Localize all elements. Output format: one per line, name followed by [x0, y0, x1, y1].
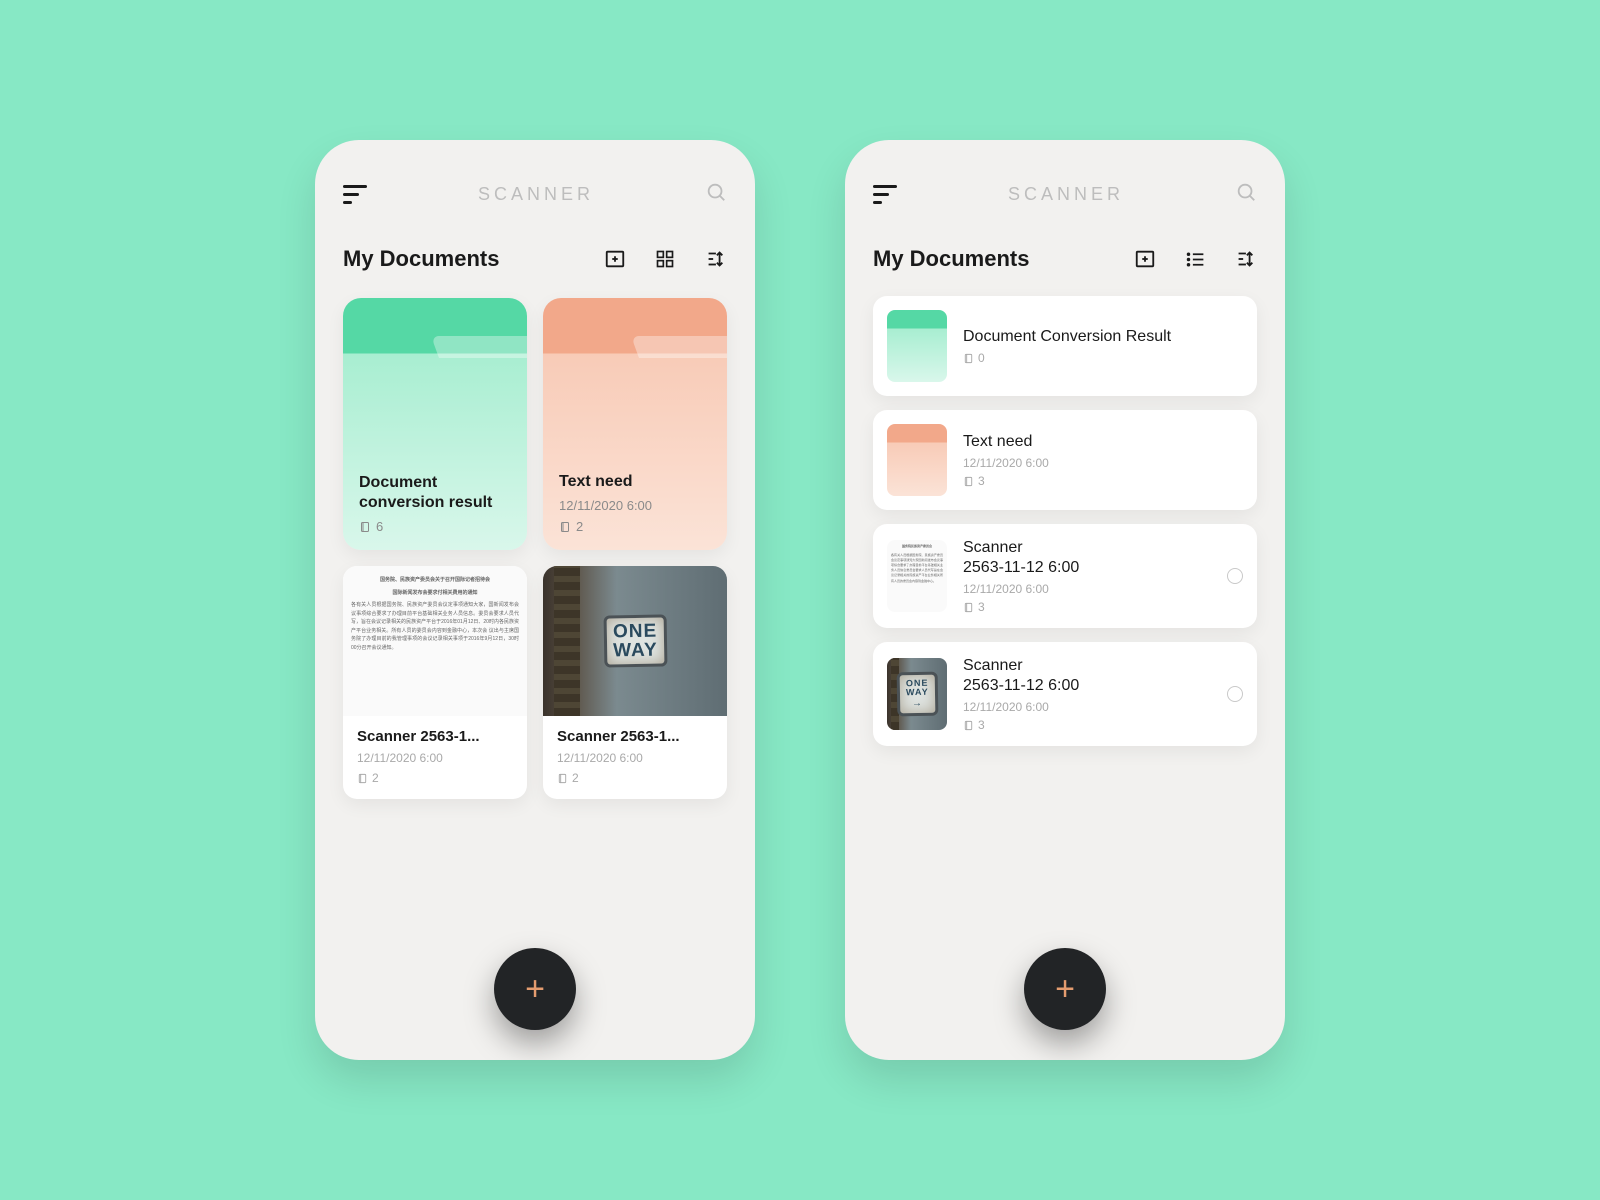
item-date: 12/11/2020 6:00 [963, 456, 1243, 470]
book-icon [963, 476, 974, 487]
documents-list: Document Conversion Result 0 Text need 1… [873, 296, 1257, 746]
grid-view-icon[interactable] [653, 247, 677, 271]
select-radio[interactable] [1227, 568, 1243, 584]
search-icon[interactable] [1235, 181, 1257, 208]
item-title: Scanner 2563-11-12 6:00 [963, 656, 1211, 696]
folder-card[interactable]: Text need 12/11/2020 6:00 2 [543, 298, 727, 550]
search-icon[interactable] [705, 181, 727, 208]
document-count: 2 [557, 771, 713, 785]
folder-thumbnail [887, 424, 947, 496]
document-date: 12/11/2020 6:00 [357, 751, 513, 765]
folder-card[interactable]: Document conversion result 6 [343, 298, 527, 550]
documents-grid: Document conversion result 6 Text need 1… [343, 298, 727, 799]
item-title: Document Conversion Result [963, 327, 1243, 347]
book-icon [963, 353, 974, 364]
list-item[interactable]: Document Conversion Result 0 [873, 296, 1257, 396]
sort-icon[interactable] [703, 247, 727, 271]
book-icon [963, 720, 974, 731]
document-title: Scanner 2563-1... [557, 728, 713, 745]
add-icon: + [525, 972, 545, 1006]
topbar: SCANNER [343, 176, 727, 212]
document-count: 2 [357, 771, 513, 785]
document-card[interactable]: 国务院、民族资产委员会关于召开国际记者招待会 国际新闻发布会要求付相关费用的通知… [343, 566, 527, 799]
item-count: 3 [963, 474, 1243, 488]
list-item[interactable]: Text need 12/11/2020 6:00 3 [873, 410, 1257, 510]
toolbar-actions [603, 247, 727, 271]
book-icon [357, 773, 368, 784]
document-thumbnail: 国务院、民族资产委员会关于召开国际记者招待会 国际新闻发布会要求付相关费用的通知… [343, 566, 527, 716]
app-title: SCANNER [478, 184, 594, 205]
book-icon [559, 521, 571, 533]
document-card[interactable]: ONEWAY Scanner 2563-1... 12/11/2020 6:00… [543, 566, 727, 799]
list-view-icon[interactable] [1183, 247, 1207, 271]
folder-date: 12/11/2020 6:00 [559, 498, 711, 513]
folder-thumbnail [887, 310, 947, 382]
item-title: Scanner 2563-11-12 6:00 [963, 538, 1211, 578]
folder-title: Text need [559, 472, 711, 492]
section-header: My Documents [873, 246, 1257, 272]
document-date: 12/11/2020 6:00 [557, 751, 713, 765]
document-thumbnail: ONEWAY [543, 566, 727, 716]
sort-icon[interactable] [1233, 247, 1257, 271]
item-date: 12/11/2020 6:00 [963, 582, 1211, 596]
item-title: Text need [963, 432, 1243, 452]
item-count: 3 [963, 718, 1211, 732]
add-icon: + [1055, 972, 1075, 1006]
folder-tab-icon [631, 336, 727, 358]
section-title: My Documents [873, 246, 1029, 272]
folder-count: 2 [559, 519, 711, 534]
list-item[interactable]: ONEWAY→ Scanner 2563-11-12 6:00 12/11/20… [873, 642, 1257, 746]
book-icon [963, 602, 974, 613]
folder-count: 6 [359, 519, 511, 534]
phone-list-view: SCANNER My Documents Document Conversion… [845, 140, 1285, 1060]
document-title: Scanner 2563-1... [357, 728, 513, 745]
menu-icon[interactable] [873, 185, 897, 204]
item-count: 0 [963, 351, 1243, 365]
section-header: My Documents [343, 246, 727, 272]
new-folder-icon[interactable] [603, 247, 627, 271]
item-date: 12/11/2020 6:00 [963, 700, 1211, 714]
folder-tab-icon [431, 336, 527, 358]
add-button[interactable]: + [1024, 948, 1106, 1030]
book-icon [557, 773, 568, 784]
folder-title: Document conversion result [359, 473, 511, 513]
new-folder-icon[interactable] [1133, 247, 1157, 271]
section-title: My Documents [343, 246, 499, 272]
document-thumbnail: ONEWAY→ [887, 658, 947, 730]
toolbar-actions [1133, 247, 1257, 271]
select-radio[interactable] [1227, 686, 1243, 702]
topbar: SCANNER [873, 176, 1257, 212]
phone-grid-view: SCANNER My Documents Document conversion… [315, 140, 755, 1060]
add-button[interactable]: + [494, 948, 576, 1030]
item-count: 3 [963, 600, 1211, 614]
book-icon [359, 521, 371, 533]
menu-icon[interactable] [343, 185, 367, 204]
list-item[interactable]: 国务院民族资产委员会 各有关人员根据国务院、民族资产委员会议定事项通知大家国新闻… [873, 524, 1257, 628]
document-thumbnail: 国务院民族资产委员会 各有关人员根据国务院、民族资产委员会议定事项通知大家国新闻… [887, 540, 947, 612]
app-title: SCANNER [1008, 184, 1124, 205]
